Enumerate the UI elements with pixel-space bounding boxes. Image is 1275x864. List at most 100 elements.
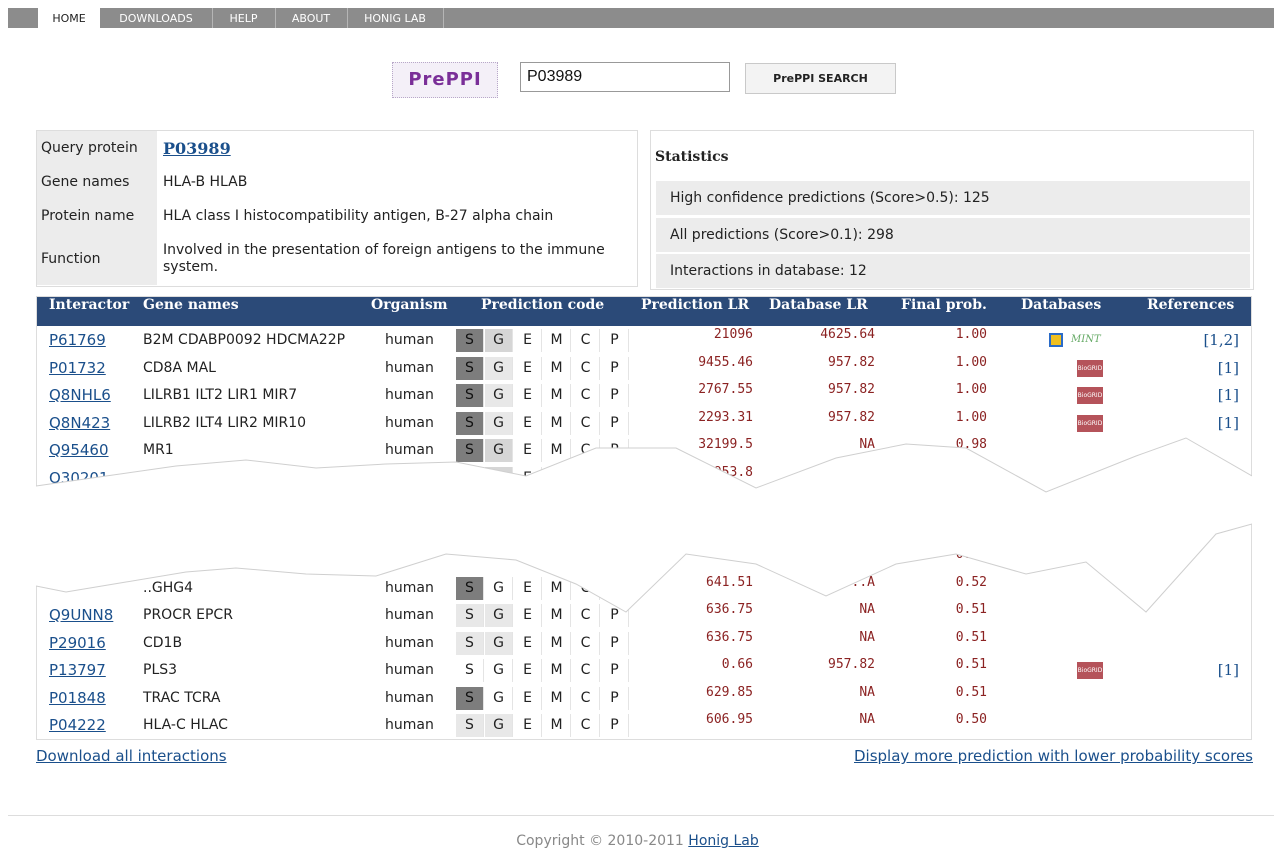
tab-home[interactable]: HOME (38, 8, 100, 28)
prediction-code-e: E (514, 714, 542, 737)
prediction-code-e: E (514, 411, 542, 435)
prediction-code-s: S (456, 686, 484, 710)
prediction-code-s: S (456, 356, 484, 380)
gene-names-cell: TRAC TCRA (143, 689, 221, 706)
prediction-code-m: M (543, 714, 571, 737)
display-more-predictions-link[interactable]: Display more prediction with lower proba… (854, 747, 1253, 765)
table-row: P01732 CD8A MAL human S G E M C P 9455.46 957.82 1.… (37, 355, 1251, 382)
prediction-code-g: G (485, 329, 513, 352)
header-interactor[interactable]: Interactor (49, 297, 129, 326)
table-row: Q8NHL6 LILRB1 ILT2 LIR1 MIR7 human S G E M C P 27… (37, 382, 1251, 409)
header-gene-names[interactable]: Gene names (143, 297, 239, 326)
tab-about[interactable]: ABOUT (275, 8, 348, 28)
biogrid-icon[interactable]: BioGRID (1077, 387, 1103, 404)
header-prediction-code[interactable]: Prediction code (481, 297, 604, 326)
organism-cell: human (385, 414, 434, 431)
gene-names-cell: LILRB2 ILT4 LIR2 MIR10 (143, 414, 307, 431)
prediction-code-p: P (601, 356, 629, 380)
statistics-title: Statistics (655, 149, 729, 165)
mint-icon[interactable]: MINT (1049, 331, 1101, 349)
tab-honig-lab[interactable]: HONIG LAB (347, 8, 444, 28)
table-row: P01848 TRAC TCRA human S G E M C P 629.85 NA 0.51 (37, 685, 1251, 712)
query-protein-link[interactable]: P03989 (163, 140, 231, 157)
final-prob-cell: 0.51 (955, 684, 987, 700)
database-lr-cell: 957.82 (828, 354, 875, 370)
preppi-search-button[interactable]: PrePPI SEARCH (745, 63, 896, 94)
prediction-code-c: C (572, 411, 600, 435)
table-row: Q8N423 LILRB2 ILT4 LIR2 MIR10 human S G E M C P 2… (37, 410, 1251, 437)
database-lr-cell: 4625.64 (820, 327, 875, 342)
prediction-lr-cell: 2293.31 (698, 409, 753, 425)
references-link[interactable]: [1] (1137, 657, 1239, 684)
references-link[interactable]: [1,2] (1137, 327, 1239, 354)
final-prob-cell: 0.51 (955, 629, 987, 645)
header-databases[interactable]: Databases (1021, 297, 1101, 326)
tab-help[interactable]: HELP (212, 8, 276, 28)
header-organism[interactable]: Organism (371, 297, 448, 326)
prediction-code-p: P (601, 384, 629, 407)
interactor-link[interactable]: P04222 (49, 712, 106, 739)
gene-names-cell: PLS3 (143, 662, 178, 678)
prediction-code-e: E (514, 631, 542, 655)
prediction-code-e: E (514, 659, 542, 682)
database-lr-cell: 957.82 (828, 382, 875, 397)
interactor-link[interactable]: P01732 (49, 355, 106, 382)
references-link[interactable]: [1] (1137, 410, 1239, 437)
interactor-link[interactable]: P61769 (49, 327, 106, 354)
prediction-lr-cell: 9455.46 (698, 354, 753, 370)
interactor-link[interactable]: P29016 (49, 630, 106, 657)
biogrid-icon[interactable]: BioGRID (1077, 414, 1103, 432)
footer-divider (8, 815, 1274, 816)
statistics-panel: Statistics High confidence predictions (… (650, 130, 1254, 290)
tab-downloads[interactable]: DOWNLOADS (100, 8, 213, 28)
protein-name-label: Protein name (37, 199, 157, 233)
final-prob-cell: 0.50 (955, 712, 987, 727)
prediction-code-g: G (485, 356, 513, 380)
prediction-code-g: G (485, 686, 513, 710)
prediction-code-e: E (514, 356, 542, 380)
honig-lab-link[interactable]: Honig Lab (688, 833, 758, 849)
gene-names-label: Gene names (37, 165, 157, 199)
gene-names-cell: CD8A MAL (143, 359, 216, 376)
query-info-panel: Query protein P03989 Gene names HLA-B HL… (36, 130, 638, 287)
biogrid-icon[interactable]: BioGRID (1077, 359, 1103, 377)
mint-logo-icon (1049, 332, 1063, 347)
prediction-code-m: M (543, 659, 571, 682)
gene-names-value: HLA-B HLAB (163, 173, 248, 190)
interactor-link[interactable]: P01848 (49, 685, 106, 712)
function-value: Involved in the presentation of foreign … (163, 242, 605, 275)
download-all-interactions-link[interactable]: Download all interactions (36, 747, 227, 765)
mint-label: MINT (1071, 334, 1101, 345)
protein-name-value: HLA class I histocompatibility antigen, … (163, 207, 554, 224)
logo-text: PrePPI (408, 69, 482, 90)
final-prob-cell: 1.00 (955, 327, 987, 342)
prediction-code-c: C (572, 686, 600, 710)
interactor-link[interactable]: Q8N423 (49, 410, 110, 437)
header-references[interactable]: References (1147, 297, 1234, 326)
biogrid-icon[interactable]: BioGRID (1077, 662, 1103, 679)
info-row-gene: Gene names HLA-B HLAB (37, 165, 637, 200)
header-final-prob[interactable]: Final prob. (901, 297, 987, 326)
table-row: P29016 CD1B human S G E M C P 636.75 NA 0.51 (37, 630, 1251, 657)
header-database-lr[interactable]: Database LR (769, 297, 868, 326)
final-prob-cell: 1.00 (955, 409, 987, 425)
prediction-code-c: C (572, 356, 600, 380)
database-lr-cell: NA (859, 712, 875, 727)
interactor-link[interactable]: P13797 (49, 657, 106, 684)
prediction-code-m: M (543, 329, 571, 352)
database-lr-cell: NA (859, 684, 875, 700)
final-prob-cell: 1.00 (955, 382, 987, 397)
organism-cell: human (385, 717, 434, 733)
references-link[interactable]: [1] (1137, 355, 1239, 382)
prediction-code-s: S (456, 411, 484, 435)
interactor-link[interactable]: Q8NHL6 (49, 382, 111, 409)
organism-cell: human (385, 689, 434, 706)
copyright-text: Copyright © 2010-2011 (516, 833, 684, 849)
table-row: P13797 PLS3 human S G E M C P 0.66 957.82 0.51 BioGR… (37, 657, 1251, 684)
references-link[interactable]: [1] (1137, 382, 1239, 409)
header-prediction-lr[interactable]: Prediction LR (641, 297, 749, 326)
prediction-code-c: C (572, 714, 600, 737)
prediction-code-g: G (485, 714, 513, 737)
search-input[interactable] (520, 62, 730, 92)
prediction-code-c: C (572, 329, 600, 352)
